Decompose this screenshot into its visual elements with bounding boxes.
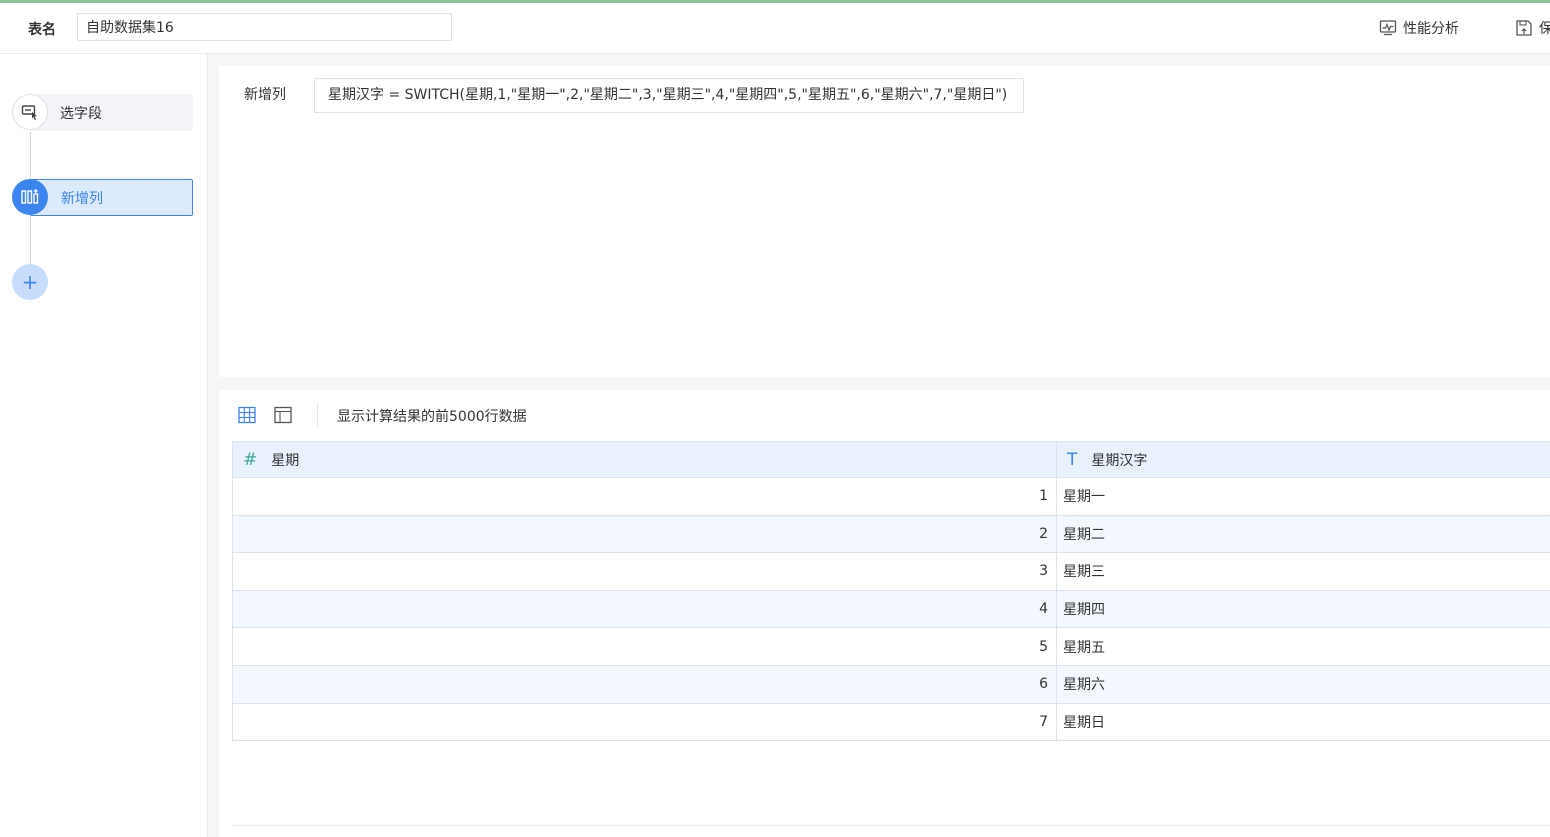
add-step-button[interactable]: + (12, 264, 48, 300)
step-select-fields[interactable]: 选字段 (30, 94, 193, 131)
table-cell: 星期日 (1063, 714, 1105, 731)
step-add-column[interactable]: 新增列 (30, 179, 193, 216)
step-connector (30, 216, 31, 264)
table-cell: 星期五 (1063, 639, 1105, 656)
table-cell: 6 (233, 665, 1057, 703)
column-header-label: 星期汉字 (1091, 452, 1148, 469)
preview-table: # 星期 T 星期汉字 1 星期一 2 星期二 3 星期三 4 星期四 5 星期… (232, 441, 1550, 742)
performance-chart-icon (1379, 20, 1397, 36)
save-label: 保 (1539, 21, 1550, 37)
table-cell: 1 (233, 478, 1057, 515)
formula-input[interactable]: 星期汉字 = SWITCH(星期,1,"星期一",2,"星期二",3,"星期三"… (314, 78, 1024, 113)
table-cell: 星期一 (1063, 489, 1105, 506)
table-row: 5 星期五 (233, 627, 1550, 665)
layout-view-icon[interactable] (274, 406, 292, 424)
table-name-input[interactable] (77, 13, 452, 41)
preview-note: 显示计算结果的前5000行数据 (337, 409, 527, 425)
text-type-icon: T (1067, 449, 1078, 470)
table-cell: 7 (233, 703, 1057, 741)
formula-label: 新增列 (244, 87, 286, 103)
table-cell: 星期二 (1063, 526, 1105, 543)
save-button[interactable]: 保 (1515, 18, 1550, 38)
column-header-weekday[interactable]: # 星期 (233, 442, 1057, 477)
select-field-icon (12, 94, 48, 130)
table-row: 6 星期六 (233, 664, 1550, 703)
table-cell: 星期三 (1063, 564, 1105, 581)
add-column-icon (12, 179, 48, 215)
table-row: 7 星期日 (233, 702, 1550, 741)
number-type-icon: # (243, 449, 258, 470)
table-header: # 星期 T 星期汉字 (233, 441, 1550, 477)
step-label: 选字段 (60, 105, 102, 122)
table-row: 2 星期二 (233, 514, 1550, 553)
step-label: 新增列 (61, 190, 103, 207)
table-row: 1 星期一 (233, 477, 1550, 515)
table-cell: 4 (233, 590, 1057, 628)
top-bar: 表名 性能分析 保 (0, 3, 1550, 54)
step-connector (30, 132, 31, 180)
toolbar-divider (317, 403, 318, 427)
table-row: 4 星期四 (233, 589, 1550, 628)
table-cell: 5 (233, 628, 1057, 665)
save-icon (1516, 20, 1532, 36)
performance-analysis-button[interactable]: 性能分析 (1379, 18, 1459, 38)
table-row: 3 星期三 (233, 552, 1550, 590)
table-cell: 2 (233, 515, 1057, 553)
table-cell: 星期六 (1063, 677, 1105, 694)
plus-icon: + (21, 270, 39, 294)
step-sidebar: 选字段 新增列 + (0, 54, 208, 837)
column-header-label: 星期 (271, 452, 300, 469)
grid-view-icon[interactable] (238, 406, 256, 424)
table-cell: 3 (233, 553, 1057, 590)
column-header-weekday-cn[interactable]: T 星期汉字 (1057, 442, 1550, 477)
panel-bottom-divider (232, 825, 1550, 826)
performance-analysis-label: 性能分析 (1403, 21, 1459, 37)
table-cell: 星期四 (1063, 602, 1105, 619)
table-name-label: 表名 (28, 22, 56, 38)
